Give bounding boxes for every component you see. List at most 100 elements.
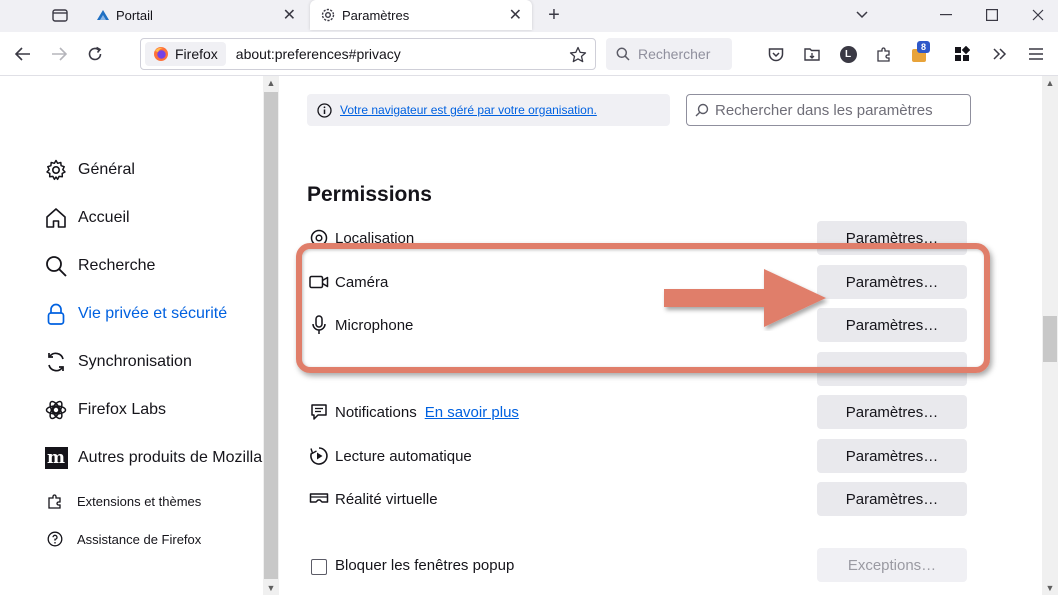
gear-favicon-icon [320, 7, 336, 23]
learn-more-link[interactable]: En savoir plus [425, 404, 519, 421]
main-scroll-thumb[interactable] [1043, 316, 1057, 362]
permission-label: Caméra [335, 273, 389, 291]
hidden-permission-settings-button[interactable] [817, 352, 967, 386]
url-text[interactable]: about:preferences#privacy [236, 46, 401, 62]
scroll-up-arrow-icon[interactable]: ▲ [263, 76, 279, 90]
extension-icon[interactable]: 8 [908, 41, 932, 66]
tab-label: Paramètres [342, 7, 410, 23]
permission-row-virtual-reality: Réalité virtuelle [309, 489, 438, 509]
back-icon[interactable] [11, 42, 35, 66]
search-placeholder: Rechercher dans les paramètres [715, 101, 933, 119]
preferences-sidebar: Général Accueil Recherche Vie privée et … [0, 76, 263, 595]
extensions-themes-link[interactable]: Extensions et thèmes [46, 492, 201, 510]
scroll-down-arrow-icon[interactable]: ▼ [263, 581, 279, 595]
category-label: Autres produits de Mozilla [78, 449, 263, 466]
identity-box[interactable]: Firefox [145, 42, 226, 66]
help-icon [46, 530, 64, 548]
category-search[interactable]: Recherche [44, 254, 155, 278]
category-general[interactable]: Général [44, 158, 135, 182]
url-bar[interactable]: Firefox about:preferences#privacy [140, 38, 596, 70]
support-label: Assistance de Firefox [77, 531, 202, 547]
scroll-down-arrow-icon[interactable]: ▼ [1042, 581, 1058, 595]
main-scrollbar[interactable]: ▲ ▼ [1042, 76, 1058, 595]
preferences-main-pane: Votre navigateur est géré par votre orga… [279, 76, 1042, 595]
permission-label: Notifications [335, 403, 417, 421]
overflow-chevron-icon[interactable] [988, 42, 1012, 66]
autoplay-icon [309, 446, 329, 466]
permission-row-autoplay: Lecture automatique [309, 446, 472, 466]
category-sync[interactable]: Synchronisation [44, 350, 192, 374]
firefox-support-link[interactable]: Assistance de Firefox [46, 530, 201, 548]
tab-label: Portail [116, 7, 153, 23]
sidebar-scrollbar[interactable]: ▲ ▼ [263, 76, 279, 595]
policy-link[interactable]: Votre navigateur est géré par votre orga… [340, 103, 597, 117]
close-tab-icon[interactable]: ✕ [509, 5, 522, 25]
permission-label: Lecture automatique [335, 447, 472, 465]
sync-icon [44, 350, 68, 374]
tab-manager-icon[interactable] [48, 4, 72, 26]
sidebar-scroll-thumb[interactable] [264, 92, 278, 579]
minimize-window-icon[interactable] [932, 4, 960, 26]
search-icon [695, 103, 709, 117]
permission-label: Microphone [335, 316, 414, 334]
downloads-folder-icon[interactable] [800, 42, 824, 66]
permission-row-location: Localisation [309, 228, 414, 248]
tab-strip: Portail ✕ Paramètres ✕ + [0, 0, 1058, 32]
notifications-settings-button[interactable]: Paramètres… [817, 395, 967, 429]
category-privacy[interactable]: Vie privée et sécurité [44, 302, 227, 326]
forward-icon[interactable] [47, 42, 71, 66]
vr-settings-button[interactable]: Paramètres… [817, 482, 967, 516]
labs-icon [44, 398, 68, 422]
account-avatar[interactable]: L [836, 42, 860, 66]
category-label: Recherche [78, 257, 156, 274]
firefox-logo-icon [153, 46, 169, 62]
category-label: Vie privée et sécurité [78, 305, 228, 322]
mozilla-icon: m [44, 446, 68, 470]
gear-icon [44, 158, 68, 182]
grid-apps-icon[interactable] [950, 42, 974, 66]
location-settings-button[interactable]: Paramètres… [817, 221, 967, 255]
search-placeholder: Rechercher [638, 46, 711, 62]
identity-label: Firefox [175, 46, 218, 62]
reload-icon[interactable] [83, 42, 107, 66]
hamburger-menu-icon[interactable] [1024, 42, 1048, 66]
microphone-settings-button[interactable]: Paramètres… [817, 308, 967, 342]
scroll-up-arrow-icon[interactable]: ▲ [1042, 76, 1058, 90]
category-firefox-labs[interactable]: Firefox Labs [44, 398, 166, 422]
portal-favicon-icon [96, 9, 110, 21]
preferences-search-field[interactable]: Rechercher dans les paramètres [686, 94, 971, 126]
search-bar[interactable]: Rechercher [606, 38, 732, 70]
category-label: Synchronisation [78, 353, 192, 370]
popup-label-text: Bloquer les fenêtres popup [335, 557, 515, 574]
close-window-icon[interactable] [1024, 4, 1052, 26]
search-icon [44, 254, 68, 278]
category-label: Accueil [78, 209, 130, 226]
info-icon [317, 102, 332, 118]
permission-label: Localisation [335, 229, 415, 247]
category-home[interactable]: Accueil [44, 206, 130, 230]
vr-headset-icon [309, 489, 329, 509]
home-icon [44, 206, 68, 230]
autoplay-settings-button[interactable]: Paramètres… [817, 439, 967, 473]
tab-portail[interactable]: Portail ✕ [84, 0, 306, 30]
permission-row-notifications: Notifications En savoir plus [309, 402, 519, 422]
navigation-toolbar: Firefox about:preferences#privacy Recher… [0, 32, 1058, 76]
permission-row-microphone: Microphone [309, 315, 413, 335]
list-all-tabs-icon[interactable] [850, 4, 874, 26]
new-tab-icon[interactable]: + [542, 3, 566, 27]
close-tab-icon[interactable]: ✕ [283, 5, 296, 25]
permission-row-camera: Caméra [309, 272, 388, 292]
extensions-puzzle-icon[interactable] [872, 42, 896, 66]
policy-notice: Votre navigateur est géré par votre orga… [307, 94, 670, 126]
popup-exceptions-button[interactable]: Exceptions… [817, 548, 967, 582]
tab-parametres[interactable]: Paramètres ✕ [310, 0, 532, 30]
extension-badge: 8 [917, 41, 930, 53]
category-mozilla-products[interactable]: m Autres produits de Mozilla [44, 446, 262, 470]
camera-settings-button[interactable]: Paramètres… [817, 265, 967, 299]
bookmark-star-icon[interactable] [569, 46, 587, 64]
category-label: Firefox Labs [78, 401, 167, 418]
maximize-window-icon[interactable] [978, 4, 1006, 26]
microphone-icon [309, 315, 329, 335]
block-popups-checkbox[interactable] [311, 559, 327, 575]
pocket-icon[interactable] [764, 42, 788, 66]
